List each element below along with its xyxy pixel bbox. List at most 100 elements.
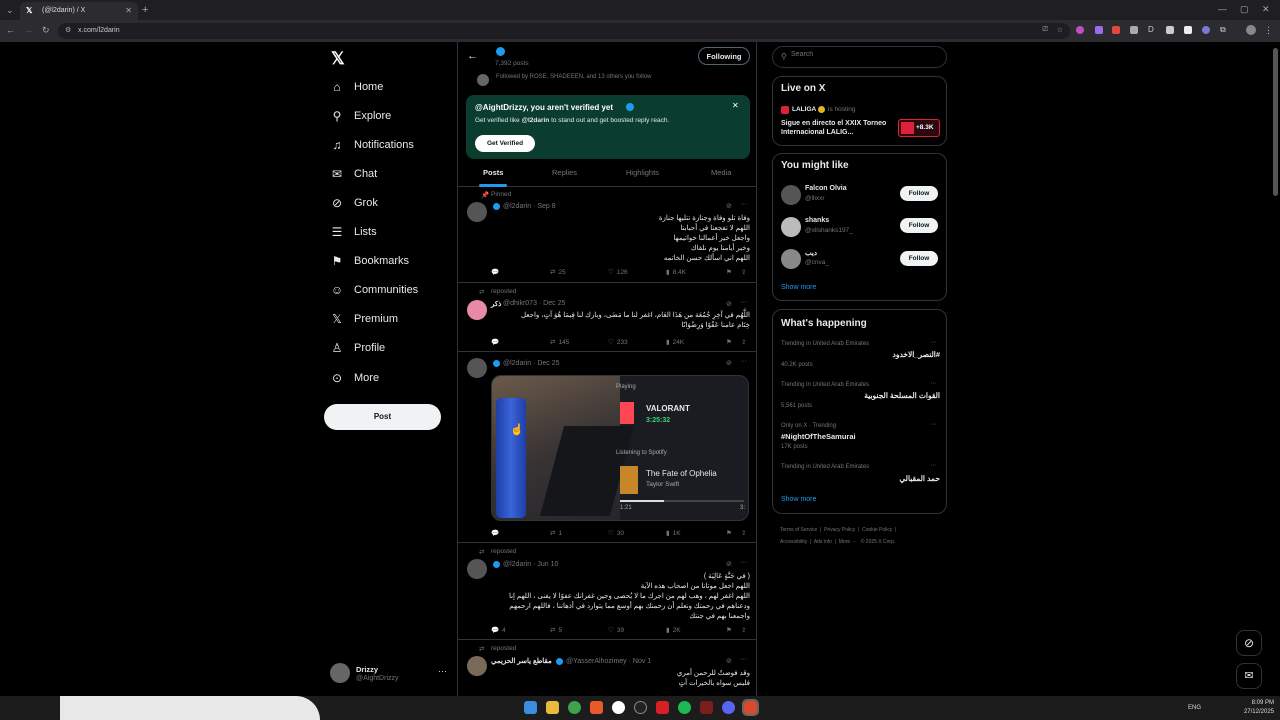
- sidebar-item-grok[interactable]: ⊘ Grok: [330, 192, 378, 214]
- post-handle[interactable]: @dhikr073 · Dec 25: [503, 300, 565, 307]
- live-host[interactable]: LALIGA: [792, 106, 816, 113]
- sidebar-item-premium[interactable]: 𝕏 Premium: [330, 308, 398, 330]
- brave-icon[interactable]: [590, 701, 603, 714]
- reply-action[interactable]: 💬: [491, 529, 502, 537]
- trend-item[interactable]: Trending in United Arab Emirates ··· #ال…: [773, 338, 948, 376]
- live-text[interactable]: Sigue en directo el XXIX Torneo Internac…: [781, 119, 891, 137]
- live-listeners-badge[interactable]: +8.3K: [898, 119, 940, 137]
- avatar[interactable]: [467, 559, 487, 579]
- extension-icon[interactable]: [1184, 26, 1192, 34]
- page-scrollbar[interactable]: [1273, 48, 1278, 196]
- more-dots-icon[interactable]: ···: [740, 201, 747, 208]
- extension-icon[interactable]: [1202, 26, 1210, 34]
- post[interactable]: @l2darin · Dec 25 ⊘ ··· Playing VALORANT…: [458, 353, 756, 543]
- more-dots-icon[interactable]: ···: [930, 339, 937, 346]
- footer-link[interactable]: Terms of Service: [780, 527, 817, 533]
- sidebar-item-lists[interactable]: ☰ Lists: [330, 221, 377, 243]
- more-dots-icon[interactable]: ···: [930, 380, 937, 387]
- follow-button[interactable]: Follow: [900, 218, 938, 233]
- get-verified-button[interactable]: Get Verified: [475, 135, 535, 152]
- more-dots-icon[interactable]: ···: [740, 656, 747, 663]
- post-button[interactable]: Post: [324, 404, 441, 430]
- following-button[interactable]: Following: [698, 47, 750, 65]
- extension-icon[interactable]: [1112, 26, 1120, 34]
- language-indicator[interactable]: ENG: [1188, 705, 1201, 711]
- post-handle[interactable]: @YasserAlhozimey · Nov 1: [566, 658, 651, 665]
- more-dots-icon[interactable]: ···: [930, 421, 937, 428]
- sidebar-item-explore[interactable]: ⚲ Explore: [330, 105, 392, 127]
- tab-list-icon[interactable]: ⌄: [6, 5, 14, 16]
- close-banner-icon[interactable]: ✕: [732, 101, 739, 110]
- sidebar-item-profile[interactable]: ♙ Profile: [330, 337, 386, 359]
- post-handle[interactable]: @l2darin · Jun 10: [503, 561, 558, 568]
- post[interactable]: 📌 Pinned @l2darin · Sep 8 ⊘ ··· وفاة تلو…: [458, 188, 756, 283]
- extension-icon[interactable]: [1076, 26, 1084, 34]
- app-icon[interactable]: [612, 701, 625, 714]
- bookmark-action[interactable]: ⚑: [726, 338, 732, 346]
- spotify-icon[interactable]: [678, 701, 691, 714]
- grok-float-button[interactable]: ⊘: [1236, 630, 1262, 656]
- x-logo-icon[interactable]: 𝕏: [331, 49, 345, 69]
- file-explorer-icon[interactable]: [546, 701, 559, 714]
- bookmark-star-icon[interactable]: ☆: [1057, 26, 1063, 34]
- minimize-icon[interactable]: —: [1218, 4, 1227, 14]
- avatar[interactable]: [467, 300, 487, 320]
- user-name[interactable]: ديب: [805, 249, 817, 257]
- like-action[interactable]: ♡ 126: [608, 268, 628, 277]
- post-media[interactable]: Playing VALORANT 3:25:32 Listening to Sp…: [491, 375, 749, 521]
- like-action[interactable]: ♡ 30: [608, 529, 624, 538]
- retweet-action[interactable]: ⇄ 25: [550, 268, 566, 277]
- extension-icon[interactable]: D: [1148, 25, 1154, 34]
- grok-icon[interactable]: ⊘: [726, 560, 732, 568]
- footer-link[interactable]: Accessibility: [780, 539, 807, 545]
- show-more-link[interactable]: Show more: [781, 496, 816, 503]
- footer-link[interactable]: Cookie Policy: [862, 527, 892, 533]
- reply-action[interactable]: 💬: [491, 338, 499, 346]
- like-action[interactable]: ♡ 233: [608, 338, 628, 347]
- post[interactable]: ⇄ reposted مقاطع ياسر الحزيمي @YasserAlh…: [458, 641, 756, 696]
- install-app-icon[interactable]: ⎚: [1042, 26, 1048, 34]
- netflix-icon[interactable]: [656, 701, 669, 714]
- app-icon[interactable]: [634, 701, 647, 714]
- bookmark-action[interactable]: ⚑: [726, 529, 732, 537]
- tab-highlights[interactable]: Highlights: [626, 168, 659, 177]
- avatar[interactable]: [781, 249, 801, 269]
- retweet-action[interactable]: ⇄ 145: [550, 338, 569, 347]
- avatar[interactable]: [781, 185, 801, 205]
- post-author[interactable]: ذكر: [491, 300, 501, 308]
- views-action[interactable]: ▮ 1K: [666, 529, 681, 538]
- share-action[interactable]: ⇪: [741, 529, 746, 537]
- reply-action[interactable]: 💬 4: [491, 626, 506, 635]
- user-name[interactable]: shanks: [805, 217, 829, 224]
- reload-icon[interactable]: ↻: [42, 25, 50, 36]
- avatar[interactable]: [467, 656, 487, 676]
- footer-link[interactable]: Privacy Policy: [824, 527, 855, 533]
- bookmark-action[interactable]: ⚑: [726, 626, 732, 634]
- follow-button[interactable]: Follow: [900, 186, 938, 201]
- like-action[interactable]: ♡ 39: [608, 626, 624, 635]
- post-handle[interactable]: @l2darin · Dec 25: [503, 360, 560, 367]
- maximize-icon[interactable]: ▢: [1240, 4, 1249, 15]
- post-handle[interactable]: @l2darin · Sep 8: [503, 203, 556, 210]
- browser-tab[interactable]: 𝕏 (@l2darin) / X ✕: [20, 2, 138, 20]
- views-action[interactable]: ▮ 8.4K: [666, 268, 686, 277]
- more-dots-icon[interactable]: ···: [438, 666, 447, 676]
- close-window-icon[interactable]: ✕: [1262, 4, 1270, 15]
- avatar[interactable]: [467, 202, 487, 222]
- tab-media[interactable]: Media: [711, 168, 731, 177]
- more-dots-icon[interactable]: ···: [740, 559, 747, 566]
- post[interactable]: ⇄ reposted ذكر @dhikr073 · Dec 25 ⊘ ··· …: [458, 284, 756, 352]
- post-author[interactable]: مقاطع ياسر الحزيمي: [491, 657, 552, 665]
- post[interactable]: ⇄ reposted @l2darin · Jun 10 ⊘ ··· ( في …: [458, 544, 756, 640]
- search-box[interactable]: ⚲: [772, 46, 947, 68]
- clock-date[interactable]: 27/12/2025: [1236, 709, 1274, 715]
- back-arrow-icon[interactable]: ←: [467, 50, 478, 62]
- forward-icon[interactable]: →: [24, 25, 33, 35]
- footer-link[interactable]: More ···: [839, 539, 857, 545]
- trend-item[interactable]: Trending in United Arab Emirates ··· حمد…: [773, 461, 948, 489]
- sidebar-item-chat[interactable]: ✉ Chat: [330, 163, 377, 185]
- search-input[interactable]: [791, 51, 941, 58]
- account-switcher[interactable]: Drizzy @AightDrizzy ···: [330, 663, 454, 685]
- views-action[interactable]: ▮ 24K: [666, 338, 684, 347]
- trend-item[interactable]: Trending in United Arab Emirates ··· الق…: [773, 379, 948, 417]
